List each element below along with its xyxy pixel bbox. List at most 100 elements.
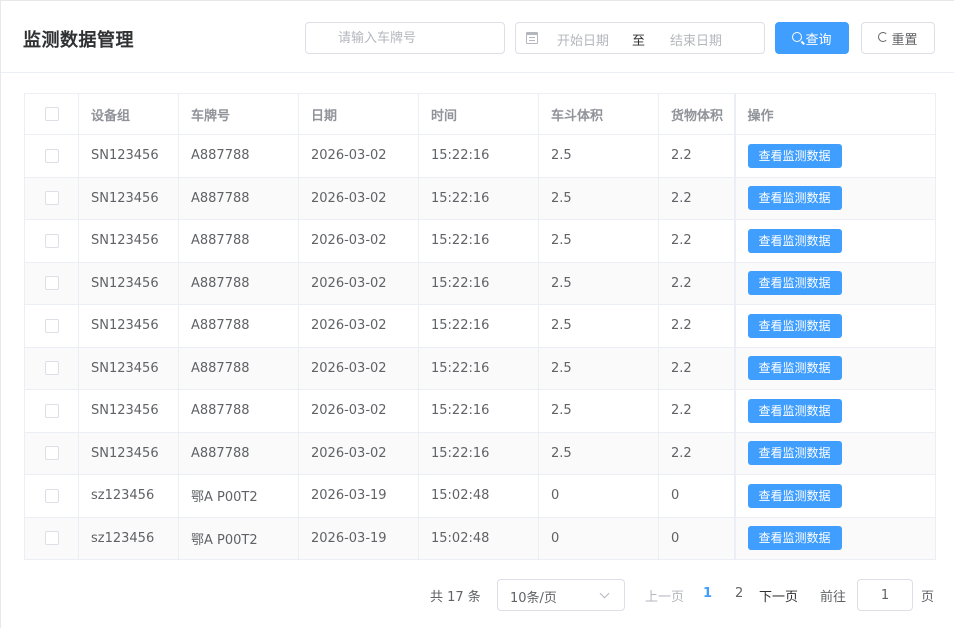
table-row[interactable]: SN123456 A887788 2026-03-02 15:22:16 2.5 2.2 查… [24, 134, 936, 178]
row-checkbox[interactable] [44, 361, 59, 376]
date-range-picker[interactable]: 开始日期 至 结束日期 [515, 22, 765, 54]
reset-button[interactable]: 重置 [861, 22, 935, 54]
cell-plate: A887788 [178, 304, 299, 348]
table-row[interactable]: SN123456 A887788 2026-03-02 15:22:16 2.5 2.2 查… [24, 262, 936, 305]
row-checkbox[interactable] [44, 403, 59, 418]
select-all-checkbox[interactable] [44, 107, 59, 121]
cell-device: sz123456 [78, 517, 179, 560]
col-header-cargo-volume[interactable]: 货物体积 [658, 93, 735, 135]
cell-date: 2026-03-02 [298, 134, 419, 178]
table-row[interactable]: SN123456 A887788 2026-03-02 15:22:16 2.5 2.2 查… [24, 219, 936, 263]
cell-action: 查看监测数据 [733, 262, 936, 305]
table-row[interactable]: SN123456 A887788 2026-03-02 15:22:16 2.5 2.2 查… [24, 389, 936, 433]
cell-date: 2026-03-02 [298, 262, 419, 305]
view-monitor-data-button[interactable]: 查看监测数据 [747, 143, 842, 168]
row-checkbox[interactable] [44, 318, 59, 333]
cell-device: sz123456 [78, 474, 179, 518]
row-checkbox[interactable] [44, 531, 59, 546]
view-monitor-data-button[interactable]: 查看监测数据 [747, 526, 842, 551]
table-row[interactable]: SN123456 A887788 2026-03-02 15:22:16 2.5 2.2 查… [24, 177, 936, 220]
page-number-2[interactable]: 2 [735, 586, 743, 601]
cell-action: 查看监测数据 [733, 389, 936, 433]
plate-search-input[interactable] [306, 23, 504, 53]
row-select-cell [24, 177, 79, 220]
cell-date: 2026-03-19 [298, 474, 419, 518]
cell-time: 15:22:16 [418, 304, 539, 348]
row-checkbox[interactable] [44, 191, 59, 206]
view-monitor-data-button[interactable]: 查看监测数据 [747, 483, 842, 508]
row-checkbox[interactable] [44, 446, 59, 461]
cell-plate: A887788 [178, 219, 299, 263]
row-select-cell [24, 219, 79, 263]
cell-device: SN123456 [78, 262, 179, 305]
cell-bucket-volume: 2.5 [538, 262, 659, 305]
col-header-bucket-volume[interactable]: 车斗体积 [538, 93, 659, 135]
end-date-input[interactable]: 结束日期 [651, 30, 741, 49]
start-date-input[interactable]: 开始日期 [538, 30, 628, 49]
table-row[interactable]: sz123456 鄂A P00T2 2026-03-19 15:02:48 0 0 查看监测… [24, 474, 936, 518]
row-checkbox[interactable] [44, 488, 59, 503]
view-monitor-data-button[interactable]: 查看监测数据 [747, 271, 842, 296]
cell-time: 15:02:48 [418, 474, 539, 518]
cell-plate: A887788 [178, 389, 299, 433]
row-checkbox[interactable] [44, 148, 59, 163]
view-monitor-data-button[interactable]: 查看监测数据 [747, 228, 842, 253]
query-button[interactable]: 查询 [775, 22, 849, 54]
table-header-row: 设备组 车牌号 日期 时间 车斗体积 货物体积 操作 [24, 93, 936, 135]
col-header-device[interactable]: 设备组 [78, 93, 179, 135]
table-row[interactable]: SN123456 A887788 2026-03-02 15:22:16 2.5 2.2 查… [24, 347, 936, 390]
view-monitor-data-button[interactable]: 查看监测数据 [747, 186, 842, 211]
col-header-time[interactable]: 时间 [418, 93, 539, 135]
view-monitor-data-button[interactable]: 查看监测数据 [747, 313, 842, 338]
row-select-cell [24, 474, 79, 518]
cell-action: 查看监测数据 [733, 219, 936, 263]
reset-button-label: 重置 [891, 32, 918, 48]
goto-page-field[interactable] [857, 579, 913, 611]
page-size-value: 10条/页 [510, 591, 557, 606]
query-button-label: 查询 [805, 32, 832, 48]
view-monitor-data-button[interactable]: 查看监测数据 [747, 356, 842, 381]
search-icon [792, 32, 803, 42]
view-monitor-data-button[interactable]: 查看监测数据 [747, 398, 842, 423]
cell-time: 15:22:16 [418, 389, 539, 433]
view-monitor-data-button[interactable]: 查看监测数据 [747, 441, 842, 466]
cell-cargo-volume: 2.2 [658, 389, 735, 433]
cell-date: 2026-03-02 [298, 304, 419, 348]
row-checkbox[interactable] [44, 276, 59, 291]
monitor-data-table: 设备组 车牌号 日期 时间 车斗体积 货物体积 操作 SN123456 A8877… [24, 93, 936, 560]
table-row[interactable]: sz123456 鄂A P00T2 2026-03-19 15:02:48 0 0 查看监测… [24, 517, 936, 560]
cell-action: 查看监测数据 [733, 177, 936, 220]
prev-page-button[interactable]: 上一页 [645, 586, 684, 605]
col-header-date[interactable]: 日期 [298, 93, 419, 135]
calendar-icon [526, 32, 538, 44]
page-number-1[interactable]: 1 [703, 586, 712, 601]
cell-bucket-volume: 2.5 [538, 389, 659, 433]
total-count: 共 17 条 [430, 590, 481, 605]
page-size-select[interactable]: 10条/页 [497, 579, 625, 611]
row-checkbox[interactable] [44, 233, 59, 248]
cell-plate: 鄂A P00T2 [178, 474, 299, 518]
goto-label: 前往 [820, 590, 847, 605]
cell-bucket-volume: 2.5 [538, 432, 659, 475]
cell-date: 2026-03-02 [298, 389, 419, 433]
cell-plate: A887788 [178, 347, 299, 390]
cell-date: 2026-03-02 [298, 219, 419, 263]
next-page-button[interactable]: 下一页 [759, 586, 798, 605]
goto-page-input[interactable] [858, 580, 912, 610]
cell-time: 15:22:16 [418, 262, 539, 305]
cell-plate: A887788 [178, 134, 299, 178]
cell-action: 查看监测数据 [733, 347, 936, 390]
cell-date: 2026-03-02 [298, 177, 419, 220]
cell-time: 15:22:16 [418, 432, 539, 475]
row-select-cell [24, 347, 79, 390]
plate-search-field[interactable] [305, 22, 505, 54]
col-header-action: 操作 [733, 93, 936, 135]
chevron-down-icon [599, 588, 610, 599]
col-header-plate[interactable]: 车牌号 [178, 93, 299, 135]
cell-device: SN123456 [78, 177, 179, 220]
cell-cargo-volume: 2.2 [658, 177, 735, 220]
table-row[interactable]: SN123456 A887788 2026-03-02 15:22:16 2.5 2.2 查… [24, 432, 936, 475]
table-row[interactable]: SN123456 A887788 2026-03-02 15:22:16 2.5 2.2 查… [24, 304, 936, 348]
cell-cargo-volume: 0 [658, 517, 735, 560]
cell-plate: 鄂A P00T2 [178, 517, 299, 560]
